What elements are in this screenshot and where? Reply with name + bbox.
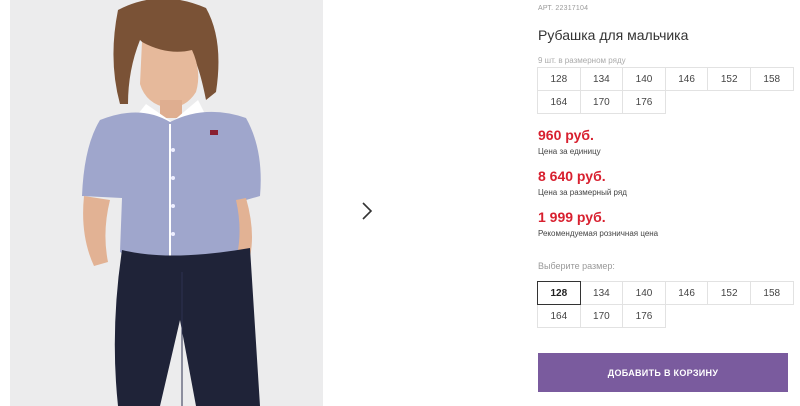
size-row-grid: 128 134 140 146 152 158 164 170 176 [537, 67, 794, 114]
gallery-next-button[interactable] [348, 193, 386, 231]
retail-price: 1 999 руб. [538, 209, 606, 225]
product-title: Рубашка для мальчика [538, 27, 689, 43]
retail-price-label: Рекомендуемая розничная цена [538, 229, 659, 238]
size-row-cell: 134 [579, 67, 624, 91]
boy-in-shirt-image [10, 0, 323, 406]
size-option[interactable]: 170 [579, 304, 624, 328]
size-row-cell: 164 [537, 90, 581, 114]
size-row-cell: 140 [622, 67, 666, 91]
unit-price-label: Цена за единицу [538, 147, 601, 156]
size-row-cell: 170 [579, 90, 624, 114]
size-row-cell: 152 [707, 67, 751, 91]
row-price-label: Цена за размерный ряд [538, 188, 627, 197]
size-option[interactable]: 176 [622, 304, 666, 328]
size-select-hint: Выберите размер: [538, 261, 615, 271]
size-option[interactable]: 164 [537, 304, 581, 328]
size-option[interactable]: 146 [664, 281, 709, 305]
unit-price: 960 руб. [538, 127, 594, 143]
size-row-note: 9 шт. в размерном ряду [538, 56, 626, 65]
product-photo[interactable] [10, 0, 323, 406]
size-row-cell: 158 [749, 67, 794, 91]
size-row-cell: 128 [537, 67, 581, 91]
size-option[interactable]: 152 [707, 281, 751, 305]
size-option[interactable]: 128 [537, 281, 581, 305]
add-to-cart-button[interactable]: ДОБАВИТЬ В КОРЗИНУ [538, 353, 788, 392]
product-gallery [10, 0, 510, 406]
chevron-right-icon [361, 201, 373, 223]
size-option[interactable]: 140 [622, 281, 666, 305]
row-price: 8 640 руб. [538, 168, 606, 184]
size-row-cell: 176 [622, 90, 666, 114]
size-row-cell: 146 [664, 67, 709, 91]
product-sku: АРТ. 22317104 [538, 5, 589, 12]
size-option[interactable]: 134 [579, 281, 624, 305]
size-option[interactable]: 158 [749, 281, 794, 305]
size-select-grid: 128 134 140 146 152 158 164 170 176 [537, 281, 794, 328]
